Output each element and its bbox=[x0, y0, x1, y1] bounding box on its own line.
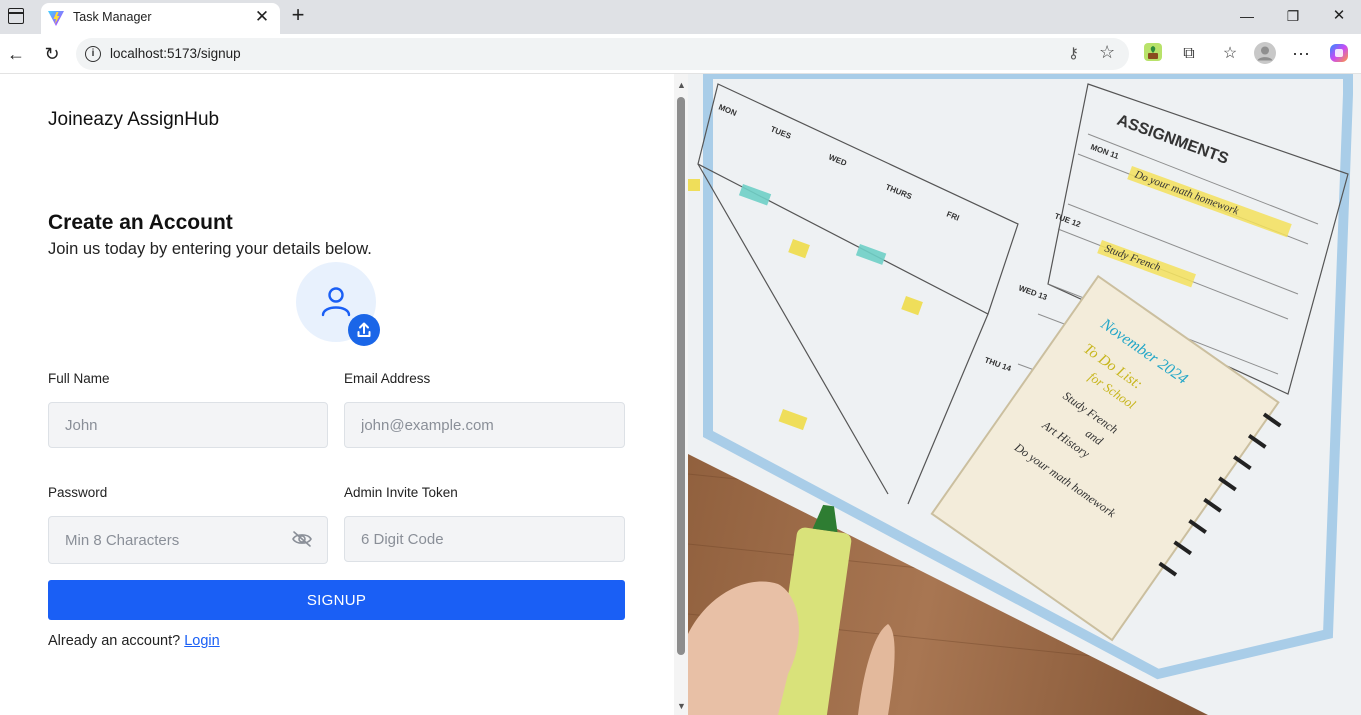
window-close-icon[interactable]: ✕ bbox=[1316, 0, 1361, 32]
address-bar[interactable]: i localhost:5173/signup ⚷ ☆ bbox=[76, 38, 1129, 70]
upload-photo-button[interactable] bbox=[348, 314, 380, 346]
minimize-icon[interactable]: — bbox=[1224, 0, 1270, 32]
page-subtitle: Join us today by entering your details b… bbox=[48, 240, 372, 258]
signup-panel: Joineazy AssignHub Create an Account Joi… bbox=[0, 74, 674, 715]
scrollbar[interactable]: ▲ ▼ bbox=[674, 74, 688, 715]
browser-toolbar: ← ↻ i localhost:5173/signup ⚷ ☆ ⧉ ☆ ⋯ bbox=[0, 34, 1361, 74]
password-label: Password bbox=[48, 485, 108, 500]
plant-extension-icon[interactable] bbox=[1141, 42, 1165, 66]
email-label: Email Address bbox=[344, 371, 431, 386]
upload-icon bbox=[357, 322, 371, 337]
reload-icon[interactable]: ↻ bbox=[39, 41, 65, 67]
page-title: Create an Account bbox=[48, 211, 233, 234]
more-menu-icon[interactable]: ⋯ bbox=[1289, 42, 1313, 66]
tab-close-icon[interactable]: ✕ bbox=[252, 7, 272, 27]
brand-title: Joineazy AssignHub bbox=[48, 109, 220, 130]
email-input[interactable] bbox=[344, 402, 625, 448]
signup-button[interactable]: SIGNUP bbox=[48, 580, 625, 620]
full-name-input[interactable] bbox=[48, 402, 328, 448]
new-tab-icon[interactable]: + bbox=[287, 4, 309, 28]
site-info-icon[interactable]: i bbox=[85, 46, 101, 62]
address-url[interactable]: localhost:5173/signup bbox=[110, 46, 241, 61]
browser-tab[interactable]: Task Manager ✕ bbox=[41, 3, 280, 34]
login-prompt: Already an account? Login bbox=[48, 633, 220, 649]
password-input[interactable] bbox=[48, 516, 328, 564]
planner-photo: ASSIGNMENTS MON TUES WED THURS FRI MON 1… bbox=[688, 74, 1361, 715]
login-prompt-text: Already an account? bbox=[48, 633, 181, 649]
password-key-icon[interactable]: ⚷ bbox=[1068, 44, 1079, 62]
profile-avatar-icon[interactable] bbox=[1253, 42, 1277, 66]
full-name-label: Full Name bbox=[48, 371, 110, 386]
scrollbar-thumb[interactable] bbox=[677, 97, 685, 655]
extensions-puzzle-icon[interactable]: ⧉ bbox=[1177, 42, 1201, 66]
bookmark-star-icon[interactable]: ☆ bbox=[1099, 42, 1115, 63]
admin-token-input[interactable] bbox=[344, 516, 625, 562]
tab-title: Task Manager bbox=[73, 10, 152, 24]
copilot-icon[interactable] bbox=[1327, 42, 1351, 66]
scroll-up-arrow-icon[interactable]: ▲ bbox=[677, 80, 686, 90]
page-viewport: Joineazy AssignHub Create an Account Joi… bbox=[0, 74, 1361, 715]
admin-token-label: Admin Invite Token bbox=[344, 485, 458, 500]
window-menu-icon[interactable] bbox=[8, 8, 24, 24]
browser-tab-bar: Task Manager ✕ + — ❐ ✕ bbox=[0, 0, 1361, 34]
scroll-down-arrow-icon[interactable]: ▼ bbox=[677, 701, 686, 711]
vite-favicon-icon bbox=[48, 11, 64, 26]
favorites-icon[interactable]: ☆ bbox=[1218, 42, 1242, 66]
back-arrow-icon[interactable]: ← bbox=[3, 41, 29, 67]
login-link[interactable]: Login bbox=[184, 633, 219, 649]
eye-off-icon[interactable] bbox=[291, 530, 313, 548]
restore-icon[interactable]: ❐ bbox=[1270, 0, 1316, 32]
